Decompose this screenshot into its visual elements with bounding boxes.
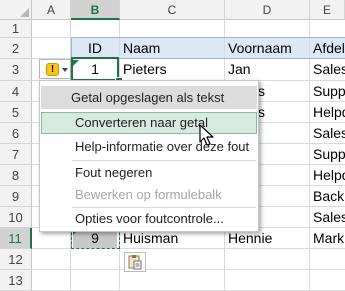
cell-e4[interactable]: Supp (313, 81, 345, 102)
cell-d3[interactable]: Jan (228, 59, 308, 80)
row-header-10[interactable]: 10 (0, 207, 32, 228)
row-header-2[interactable]: 2 (0, 38, 32, 59)
chevron-down-icon (62, 68, 68, 72)
row-header-6[interactable]: 6 (0, 123, 32, 144)
menu-item-help[interactable]: Help-informatie over deze fout (41, 136, 257, 158)
cell-d5[interactable]: s (258, 102, 298, 123)
cell-e6[interactable]: Sales (313, 123, 345, 144)
row-header-13[interactable]: 13 (0, 270, 32, 291)
cell-e9[interactable]: Back (313, 186, 345, 207)
mouse-cursor-icon (199, 124, 214, 146)
spreadsheet-grid: A B C D E 1 2 3 4 5 6 7 8 9 10 11 12 13 … (0, 0, 345, 291)
active-cell-border (71, 57, 119, 81)
cell-e8[interactable]: Helpd (313, 165, 345, 186)
table-border (71, 37, 345, 38)
column-header-a[interactable]: A (32, 0, 71, 20)
table-header-id[interactable]: ID (71, 38, 119, 58)
column-header-d[interactable]: D (225, 0, 310, 20)
select-all-triangle (20, 8, 29, 17)
row-header-11[interactable]: 11 (0, 228, 32, 249)
row-header-8[interactable]: 8 (0, 165, 32, 186)
column-header-c[interactable]: C (120, 0, 225, 20)
cell-e11[interactable]: Mark (313, 228, 345, 249)
row-header-3[interactable]: 3 (0, 59, 32, 81)
error-options-button[interactable]: ! (39, 59, 71, 79)
paste-options-icon[interactable] (124, 252, 146, 272)
cell-e3[interactable]: Sales (313, 59, 345, 80)
cell-e5[interactable]: Helpd (313, 102, 345, 123)
row-header-1[interactable]: 1 (0, 20, 32, 38)
menu-separator (72, 160, 256, 161)
cell-d4[interactable]: s (258, 81, 298, 102)
warning-icon: ! (46, 63, 59, 76)
row-header-12[interactable]: 12 (0, 249, 32, 270)
table-header-afdeling[interactable]: Afdel (310, 38, 345, 58)
menu-item-ignore-error[interactable]: Fout negeren (41, 162, 257, 184)
menu-item-edit-formula-bar: Bewerken op formulebalk (75, 187, 222, 202)
row-header-7[interactable]: 7 (0, 144, 32, 165)
cell-e7[interactable]: Supp (313, 144, 345, 165)
error-options-menu: Getal opgeslagen als tekst Converteren n… (39, 80, 259, 232)
paste-options-glyph (128, 255, 142, 270)
column-header-e[interactable]: E (310, 0, 345, 20)
menu-item-error-check-options[interactable]: Opties voor foutcontrole... (41, 208, 257, 230)
column-header-b[interactable]: B (71, 0, 120, 20)
cell-c3[interactable]: Pieters (123, 59, 223, 80)
gridline (309, 20, 310, 291)
table-header-voornaam[interactable]: Voornaam (225, 38, 309, 58)
menu-item-convert-to-number[interactable]: Converteren naar getal (41, 112, 257, 134)
menu-title: Getal opgeslagen als tekst (41, 86, 257, 109)
table-header-naam[interactable]: Naam (120, 38, 224, 58)
row-header-5[interactable]: 5 (0, 102, 32, 123)
cell-e10[interactable]: Sales (313, 207, 345, 228)
gridline (32, 269, 345, 270)
select-all-corner[interactable] (0, 0, 32, 20)
row-header-9[interactable]: 9 (0, 186, 32, 207)
row-header-4[interactable]: 4 (0, 81, 32, 102)
